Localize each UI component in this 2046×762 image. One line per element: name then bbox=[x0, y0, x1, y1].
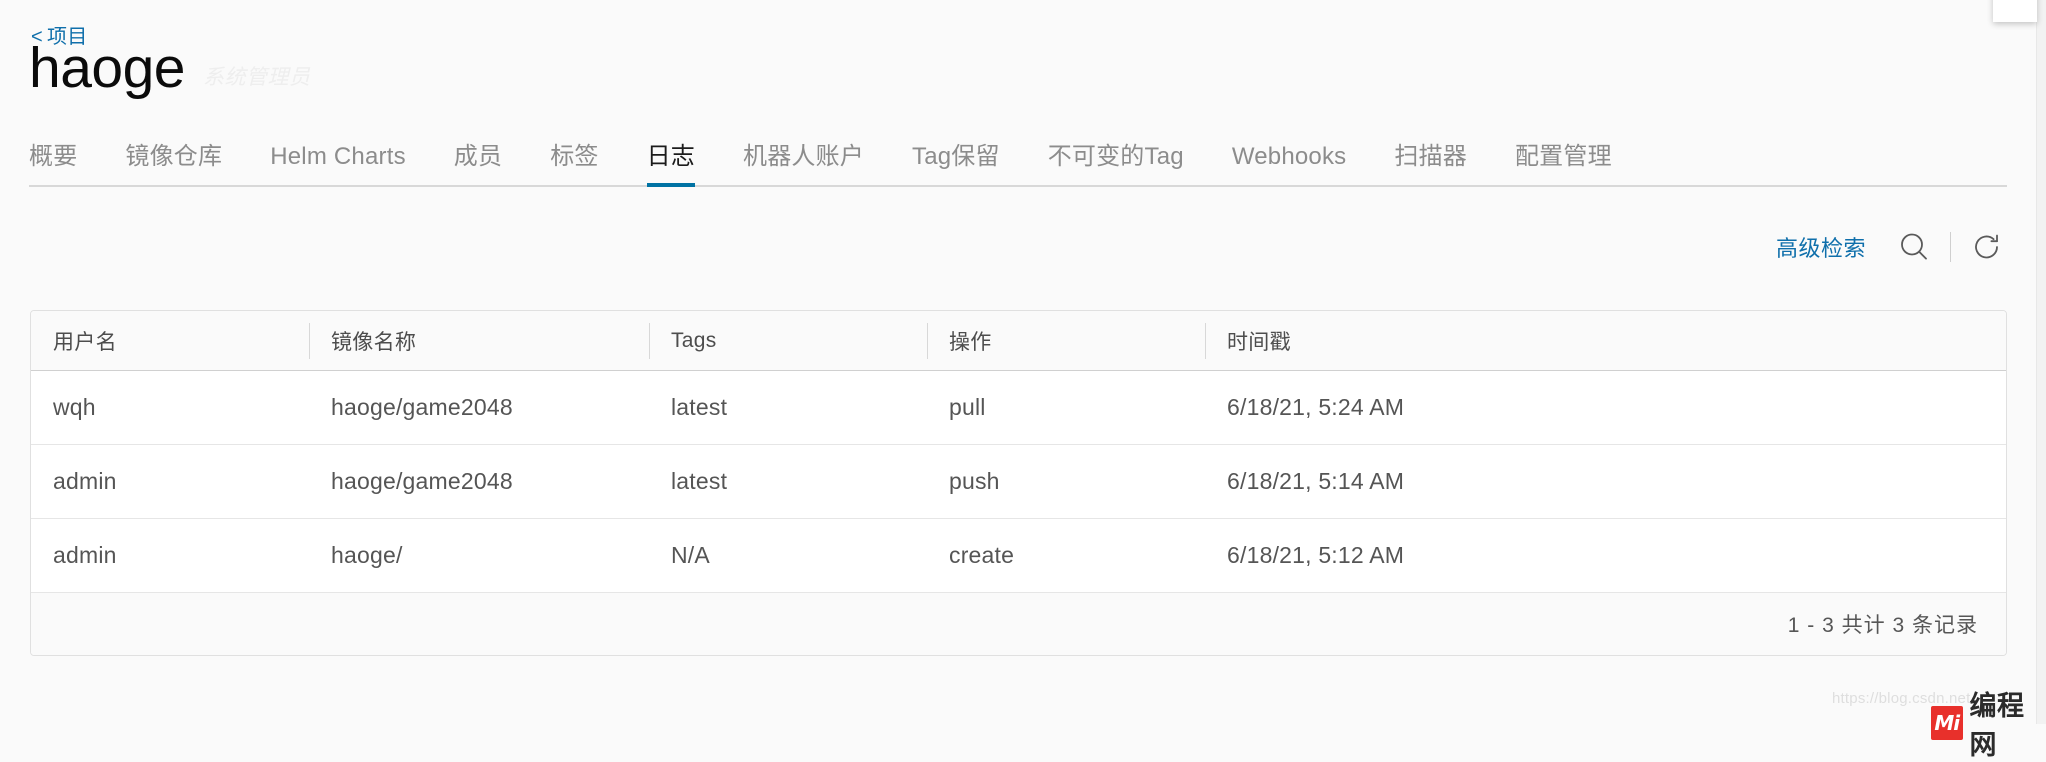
tab-9[interactable]: Webhooks bbox=[1232, 143, 1347, 185]
watermark-logo-icon: Mi bbox=[1931, 706, 1963, 740]
cell-repository: haoge/game2048 bbox=[331, 394, 513, 420]
tab-2[interactable]: Helm Charts bbox=[270, 143, 406, 185]
refresh-icon[interactable] bbox=[1967, 227, 2007, 267]
tab-label: 机器人账户 bbox=[743, 143, 864, 170]
project-header: haoge 系统管理员 bbox=[29, 40, 311, 97]
cell-tags: latest bbox=[671, 468, 728, 494]
cell-tags: latest bbox=[671, 394, 728, 420]
cell-timestamp: 6/18/21, 5:24 AM bbox=[1227, 394, 1405, 420]
tab-11[interactable]: 配置管理 bbox=[1515, 143, 1612, 185]
table-footer: 1 - 3 共计 3 条记录 bbox=[31, 593, 2006, 655]
tab-label: 日志 bbox=[646, 143, 695, 170]
column-header-1[interactable]: 镜像名称 bbox=[309, 311, 649, 371]
column-header-0[interactable]: 用户名 bbox=[31, 311, 309, 371]
cell-timestamp: 6/18/21, 5:14 AM bbox=[1227, 468, 1405, 494]
watermark-brand: Mi 编程网 bbox=[1931, 684, 2046, 762]
page-title: haoge bbox=[29, 36, 186, 100]
tab-label: Webhooks bbox=[1231, 143, 1347, 170]
table-row[interactable]: admin haoge/game2048 latest push 6/18/21, 5:… bbox=[31, 445, 2006, 519]
right-edge-strip bbox=[2036, 0, 2046, 724]
table-row[interactable]: wqh haoge/game2048 latest pull 6/18/21, 5:24… bbox=[31, 371, 2006, 445]
toolbar-divider bbox=[1950, 232, 1951, 262]
watermark-brand-name: 编程网 bbox=[1969, 691, 2025, 760]
project-tabs: 概要 镜像仓库 Helm Charts 成员 标签 日志 机器人账户 Tag保留 不可变的Tag… bbox=[29, 143, 2007, 187]
table-header-row: 用户名 镜像名称 Tags 操作 时间戳 bbox=[31, 311, 2006, 371]
audit-log-table: 用户名 镜像名称 Tags 操作 时间戳 wqh haoge/game2048 latest… bbox=[30, 310, 2007, 656]
table-row[interactable]: admin haoge/N/A create 6/18/21, 5:12 AM bbox=[31, 519, 2006, 593]
cell-username: wqh bbox=[53, 394, 96, 420]
tab-label: Tag保留 bbox=[912, 143, 1000, 170]
tab-label: 成员 bbox=[453, 143, 503, 170]
tab-label: 镜像仓库 bbox=[125, 143, 223, 170]
cell-repository: haoge/game2048 bbox=[331, 468, 513, 494]
tab-label: 标签 bbox=[550, 143, 599, 170]
table-body: wqh haoge/game2048 latest pull 6/18/21, 5:24… bbox=[31, 371, 2006, 593]
cell-repository: haoge/ bbox=[331, 542, 403, 568]
column-header-2[interactable]: Tags bbox=[649, 311, 927, 371]
background-window-fragment bbox=[1993, 0, 2037, 22]
tab-1[interactable]: 镜像仓库 bbox=[125, 143, 222, 185]
tab-8[interactable]: 不可变的Tag bbox=[1048, 143, 1184, 185]
cell-username: admin bbox=[53, 468, 117, 494]
cell-tags: N/A bbox=[671, 542, 710, 568]
cell-operation: create bbox=[949, 542, 1015, 568]
tab-label: 不可变的Tag bbox=[1047, 143, 1184, 170]
pagination-summary: 1 - 3 共计 3 条记录 bbox=[1787, 614, 1978, 637]
tab-label: Helm Charts bbox=[270, 143, 406, 170]
tab-3[interactable]: 成员 bbox=[454, 143, 502, 185]
tab-label: 扫描器 bbox=[1394, 143, 1467, 170]
tab-6[interactable]: 机器人账户 bbox=[743, 143, 864, 185]
project-page: < 项目 haoge 系统管理员 概要 镜像仓库 Helm Charts 成员 标签 日志机… bbox=[0, 0, 2036, 724]
search-icon[interactable] bbox=[1894, 227, 1934, 267]
cell-operation: push bbox=[949, 468, 1000, 494]
column-header-4[interactable]: 时间戳 bbox=[1205, 311, 2006, 371]
column-header-3[interactable]: 操作 bbox=[927, 311, 1205, 371]
tab-7[interactable]: Tag保留 bbox=[912, 143, 1000, 185]
tab-5[interactable]: 日志 bbox=[646, 143, 696, 187]
cell-username: admin bbox=[53, 542, 117, 568]
tab-0[interactable]: 概要 bbox=[29, 143, 77, 185]
advanced-search-link[interactable]: 高级检索 bbox=[1776, 231, 1866, 263]
cell-timestamp: 6/18/21, 5:12 AM bbox=[1227, 542, 1405, 568]
project-role-label: 系统管理员 bbox=[203, 66, 311, 89]
tab-10[interactable]: 扫描器 bbox=[1394, 143, 1467, 185]
tab-label: 配置管理 bbox=[1514, 143, 1612, 170]
log-actionbar: 高级检索 bbox=[29, 218, 2007, 276]
tab-label: 概要 bbox=[29, 143, 78, 170]
cell-operation: pull bbox=[949, 394, 986, 420]
tab-4[interactable]: 标签 bbox=[550, 143, 598, 185]
